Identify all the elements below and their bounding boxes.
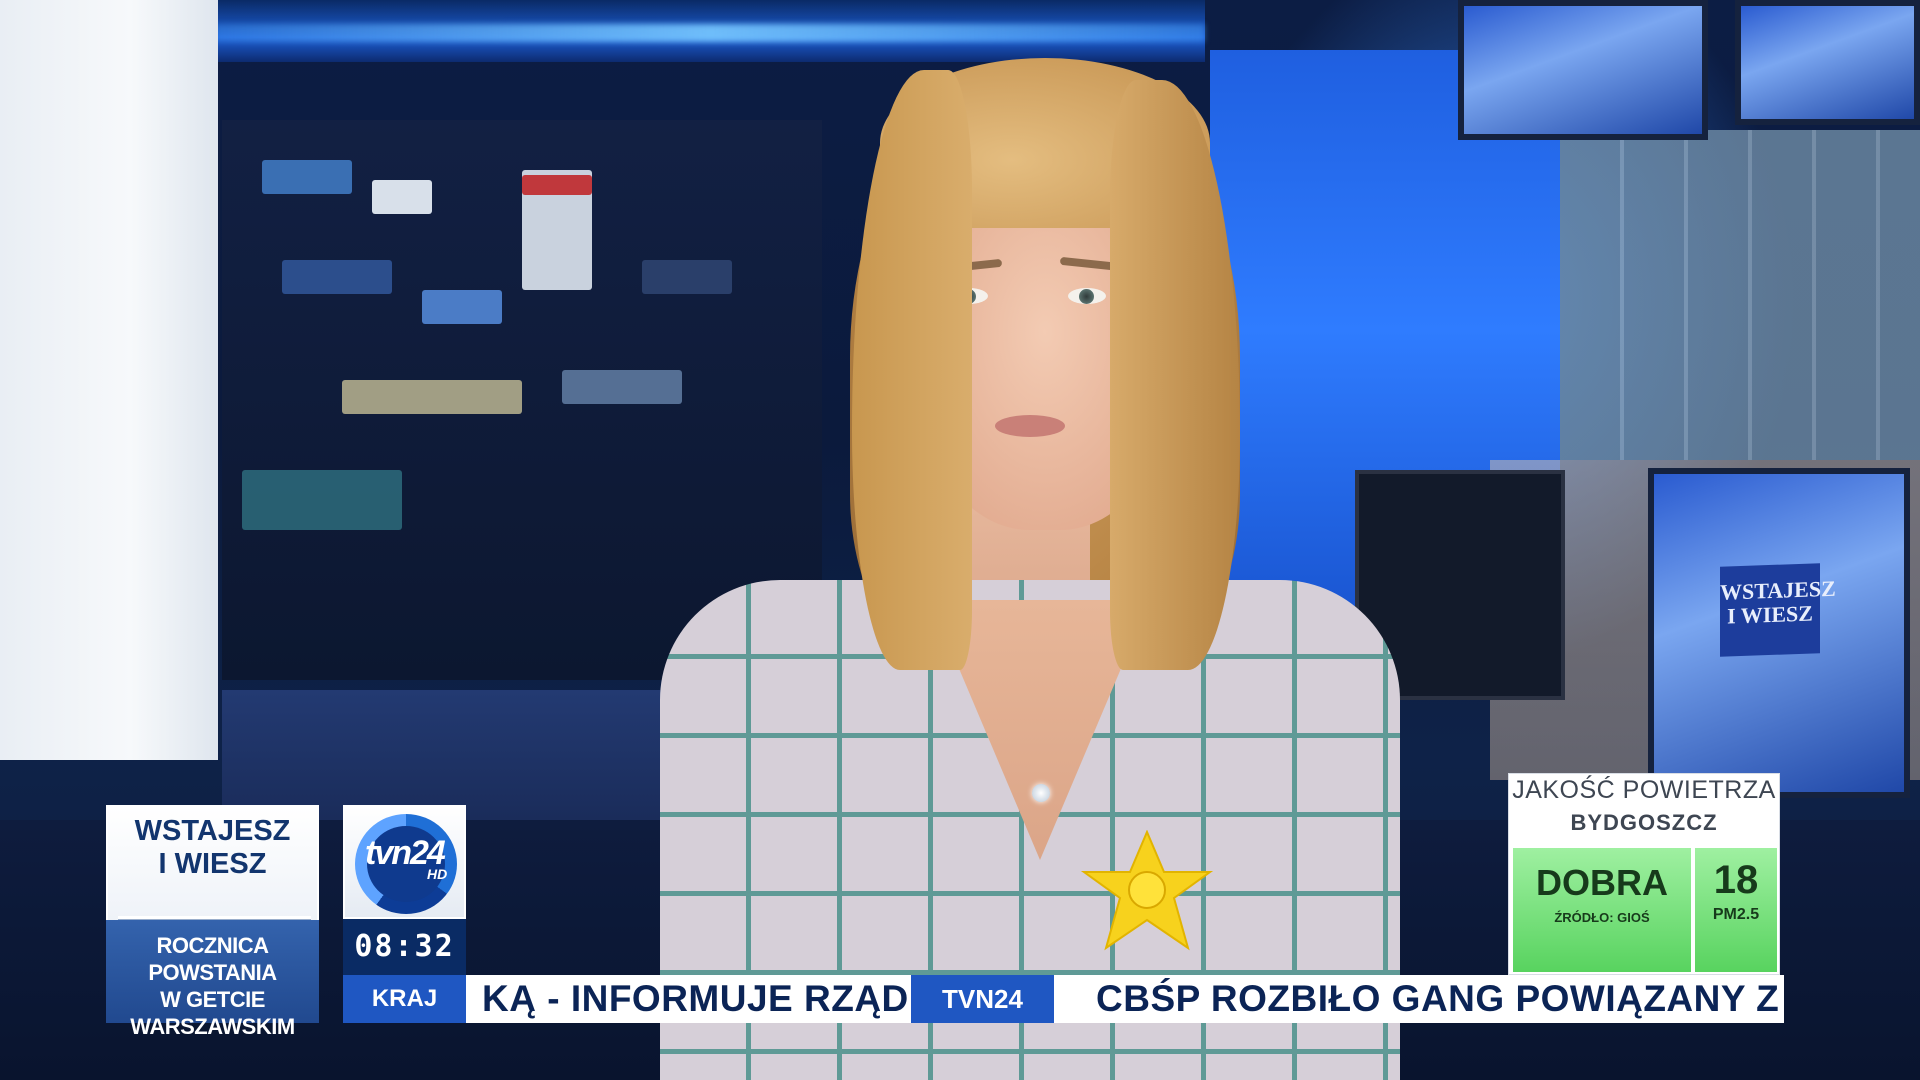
air-quality-value-box: 18 PM2.5	[1695, 848, 1777, 972]
program-title-line1: WSTAJESZ	[134, 815, 291, 847]
shelf-item	[282, 260, 392, 294]
shelf-item	[642, 260, 732, 294]
left-light-panel	[0, 0, 218, 760]
anchor-lips	[995, 415, 1065, 437]
shelf-item	[242, 470, 402, 530]
broadcast-frame: WSTAJESZ I WIESZ WSTAJESZ I WIESZ ROCZNI…	[0, 0, 1920, 1080]
studio-monitor	[1458, 0, 1708, 140]
shelf-item	[562, 370, 682, 404]
ticker-headline-previous: KĄ - INFORMUJE RZĄD	[482, 978, 909, 1019]
channel-logo-ring-icon: tvn24 HD	[355, 814, 457, 914]
air-quality-widget: JAKOŚĆ POWIETRZA BYDGOSZCZ DOBRA ŹRÓDŁO:…	[1508, 773, 1780, 975]
shelf-item	[422, 290, 502, 324]
anchor-pendant	[1032, 784, 1050, 802]
air-quality-city: BYDGOSZCZ	[1570, 810, 1718, 835]
air-quality-value: 18	[1713, 858, 1759, 902]
program-topic: ROCZNICA POWSTANIA W GETCIE WARSZAWSKIM	[106, 920, 319, 1039]
air-quality-unit: PM2.5	[1712, 906, 1760, 923]
shelf-item	[522, 175, 592, 195]
news-ticker: KĄ - INFORMUJE RZĄD TVN24 CBŚP ROZBIŁO G…	[466, 975, 1784, 1023]
shelf-item	[262, 160, 352, 194]
air-quality-source: ŹRÓDŁO: GIOŚ	[1554, 910, 1650, 925]
studio-windows	[1560, 130, 1920, 460]
air-quality-title: JAKOŚĆ POWIETRZA	[1512, 776, 1776, 804]
program-title-line2: I WIESZ	[158, 848, 267, 880]
program-topic-line1: ROCZNICA POWSTANIA	[148, 933, 277, 985]
ceiling-glow	[215, 24, 1205, 42]
studio-monitor-program-logo: WSTAJESZ I WIESZ	[1720, 563, 1836, 657]
channel-logo-hd: HD	[427, 866, 448, 882]
broadcast-clock: 08:32	[343, 919, 466, 975]
studio-monitor	[1735, 0, 1920, 125]
air-quality-rating: DOBRA	[1536, 862, 1668, 903]
air-quality-rating-box: DOBRA ŹRÓDŁO: GIOŚ	[1513, 848, 1691, 972]
anchor-eye	[1068, 288, 1106, 304]
channel-logo: tvn24 HD	[343, 805, 466, 919]
shelf-item	[372, 180, 432, 214]
section-label: KRAJ	[343, 975, 466, 1023]
daffodil-pin-icon	[1080, 830, 1214, 951]
program-title: WSTAJESZ I WIESZ	[108, 815, 317, 881]
ticker-channel-separator: TVN24	[911, 975, 1054, 1023]
program-topic-line2: W GETCIE WARSZAWSKIM	[130, 987, 295, 1039]
shelf-item	[342, 380, 522, 414]
studio-desk-left	[222, 690, 662, 820]
monitor-label-line2: I WIESZ	[1727, 600, 1813, 629]
ticker-headline-current: CBŚP ROZBIŁO GANG POWIĄZANY Z	[1096, 978, 1780, 1019]
program-divider	[118, 916, 311, 919]
